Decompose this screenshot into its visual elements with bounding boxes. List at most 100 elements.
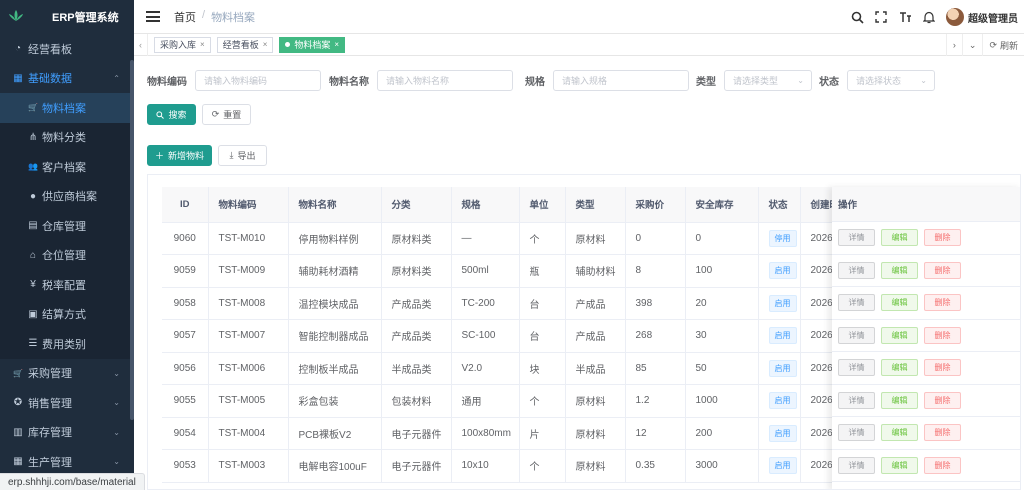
search-button[interactable]: 搜索 [147,104,196,125]
tab-tag[interactable]: 采购入库 × [154,36,211,53]
table-row[interactable]: 9053 TST-M003 电解电容100uF 电子元器件 10x10 个原材料 0.35 3… [162,449,847,483]
sidebar-item[interactable]: ☰ 费用类别 [0,329,134,359]
tab-tag[interactable]: 物料档案 × [279,36,346,53]
detail-button[interactable]: 详情 [838,326,875,344]
delete-button[interactable]: 删除 [924,391,961,409]
column-header: 类型 [565,187,626,223]
fullscreen-icon[interactable] [874,10,888,24]
sidebar-item[interactable]: ✪ 销售管理 ⌄ [0,388,134,418]
detail-button[interactable]: 详情 [838,359,875,377]
delete-button[interactable]: 删除 [924,359,961,377]
cell-cat: 包装材料 [381,384,452,418]
username[interactable]: 超级管理员 [968,10,1018,25]
close-icon[interactable]: × [263,40,268,49]
cell-type: 半成品 [565,352,626,385]
tags-menu-icon[interactable]: ⌄ [961,34,983,56]
cell-id: 9053 [162,449,209,483]
cell-id: 9056 [162,352,209,385]
tab-tag[interactable]: 经营看板 × [216,36,274,53]
status-select[interactable]: 请选择状态 ⌄ [847,70,935,91]
edit-button[interactable]: 编辑 [881,261,918,279]
avatar[interactable] [946,8,964,26]
close-icon[interactable]: × [200,40,205,49]
cell-code: TST-M009 [208,254,289,288]
sidebar-item[interactable]: ¥ 税率配置 [0,270,134,300]
table-row[interactable]: 9054 TST-M004 PCB裸板V2 电子元器件 100x80mm 片原材料 12 20… [162,417,847,450]
spec-placeholder: 请输入规格 [562,76,608,86]
app-root: ERP管理系统 ◔ 经营看板 ▦ 基础数据 ⌃ 🛒 物料档案 ⋔ 物料分类 👥 客户档案 ● 供应商档案… [0,0,1024,490]
detail-button[interactable]: 详情 [838,261,875,279]
refresh-button[interactable]: ⟳ 刷新 [982,34,1024,56]
column-header: 物料编码 [208,187,289,223]
logo[interactable]: ERP管理系统 [0,0,134,34]
code-input[interactable]: 请输入物料编码 [195,70,321,91]
detail-button[interactable]: 详情 [838,294,875,312]
sidebar-item[interactable]: 🛒 物料档案 [0,93,134,123]
sidebar-item-label: 税率配置 [42,279,86,292]
sidebar-item[interactable]: ▣ 结算方式 [0,299,134,329]
sidebar-item[interactable]: ▤ 仓库管理 [0,211,134,241]
chevron-down-icon: ⌄ [113,457,120,467]
tags-scroll-left-icon[interactable]: ‹ [134,33,148,56]
status-badge: 启用 [768,424,797,442]
table-row[interactable]: 9056 TST-M006 控制板半成品 半成品类 V2.0 块半成品 85 50 启用 2026… [162,352,847,385]
app-title: ERP管理系统 [52,12,119,24]
sidebar-item[interactable]: ● 供应商档案 [0,181,134,211]
type-select[interactable]: 请选择类型 ⌄ [724,70,812,91]
sidebar-item[interactable]: ▥ 库存管理 ⌄ [0,418,134,448]
active-dot-icon [285,42,291,47]
edit-button[interactable]: 编辑 [881,391,918,409]
delete-button[interactable]: 删除 [924,261,961,279]
spec-label: 规格 [525,77,545,88]
edit-button[interactable]: 编辑 [881,326,918,344]
delete-button[interactable]: 删除 [924,294,961,312]
cell-unit: 个 [519,449,566,483]
delete-button[interactable]: 删除 [924,456,961,474]
chevron-down-icon: ⌄ [797,76,804,85]
tags-scroll-right-icon[interactable]: › [945,34,962,56]
breadcrumb-home[interactable]: 首页 [174,9,196,25]
detail-button[interactable]: 详情 [838,424,875,442]
edit-button[interactable]: 编辑 [881,424,918,442]
search-icon[interactable] [850,10,864,24]
add-material-button[interactable]: ＋ 新增物料 [147,145,212,166]
cell-cat: 原材料类 [381,254,452,288]
sidebar-item[interactable]: ▦ 基础数据 ⌃ [0,63,134,93]
detail-button[interactable]: 详情 [838,229,875,247]
sidebar-item[interactable]: 👥 客户档案 [0,152,134,182]
table-row[interactable]: 9060 TST-M010 停用物料样例 原材料类 — 个原材料 0 0 停用 2026-0 [162,222,847,255]
edit-button[interactable]: 编辑 [881,359,918,377]
sidebar-item[interactable]: ⋔ 物料分类 [0,122,134,152]
reset-button[interactable]: ⟳ 重置 [202,104,251,125]
status-badge: 启用 [768,294,797,312]
sidebar-item[interactable]: ◔ 经营看板 [0,34,134,64]
cell-name: PCB裸板V2 [288,417,382,450]
name-input[interactable]: 请输入物料名称 [377,70,513,91]
table-row[interactable]: 9059 TST-M009 辅助耗材酒精 原材料类 500ml 瓶辅助材料 8 100 启用 20… [162,254,847,288]
edit-button[interactable]: 编辑 [881,229,918,247]
sidebar-item[interactable]: 🛒 采购管理 ⌄ [0,359,134,389]
ops-row: 详情 编辑 删除 [832,320,1020,352]
table-row[interactable]: 9058 TST-M008 温控模块成品 产成品类 TC-200 台产成品 398 20 启用 2… [162,287,847,320]
export-button[interactable]: ⤓ 导出 [218,145,267,166]
delete-button[interactable]: 删除 [924,326,961,344]
delete-button[interactable]: 删除 [924,229,961,247]
close-icon[interactable]: × [334,40,339,49]
hamburger-icon[interactable] [146,11,160,22]
delete-button[interactable]: 删除 [924,424,961,442]
table-row[interactable]: 9055 TST-M005 彩盒包装 包装材料 通用个原材料 1.2 1000 启用 2026-… [162,384,847,418]
detail-button[interactable]: 详情 [838,456,875,474]
spec-input[interactable]: 请输入规格 [553,70,689,91]
font-size-icon[interactable] [898,10,912,24]
status-cell: 启用 [758,352,801,385]
edit-button[interactable]: 编辑 [881,294,918,312]
table-row[interactable]: 9057 TST-M007 智能控制器成品 产成品类 SC-100 台产成品 268 30 启用… [162,319,847,353]
detail-button[interactable]: 详情 [838,391,875,409]
ops-row: 详情 编辑 删除 [832,255,1020,287]
bell-icon[interactable] [922,10,936,24]
cell-code: TST-M006 [208,352,289,385]
sidebar-item[interactable]: ⌂ 仓位管理 [0,240,134,270]
edit-button[interactable]: 编辑 [881,456,918,474]
type-placeholder: 请选择类型 [733,76,779,86]
cell-name: 温控模块成品 [288,287,382,320]
